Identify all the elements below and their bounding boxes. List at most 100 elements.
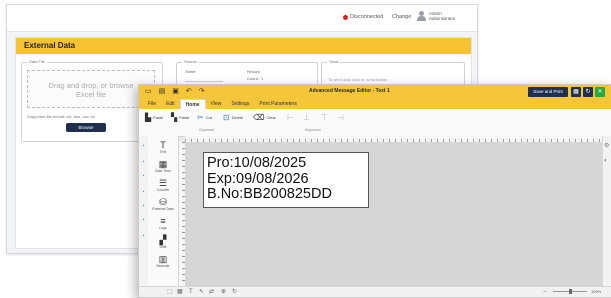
grid-icon[interactable]: ▦ bbox=[571, 87, 581, 97]
strip-marker-icon[interactable]: ▪ bbox=[141, 190, 146, 195]
calendar-icon: ▦ bbox=[158, 159, 168, 169]
tool-logo-label: Logo bbox=[159, 226, 167, 230]
zoom-value: 100% bbox=[591, 289, 602, 294]
user-role: Administrator bbox=[429, 16, 456, 21]
align-top-button[interactable]: ⊤ bbox=[321, 113, 328, 122]
status-dot-icon bbox=[343, 14, 348, 20]
connection-status[interactable]: Disconnected bbox=[343, 14, 383, 20]
file-drop-zone[interactable]: Drag and drop, or browse Excel file bbox=[27, 70, 155, 108]
tool-logo[interactable]: ≡ Logo bbox=[148, 216, 178, 231]
expiry-date-text[interactable]: Exp:09/08/2026 bbox=[207, 171, 368, 188]
tool-barcode[interactable]: ▥ Barcode bbox=[148, 254, 178, 269]
delete-button[interactable]: ⊡ Delete bbox=[223, 113, 243, 122]
data-file-legend: Data File bbox=[27, 59, 48, 64]
align-center-icon: ⊥ bbox=[303, 113, 310, 122]
batch-number-text[interactable]: B.No:BB200825DD bbox=[207, 186, 368, 203]
redo-icon[interactable]: ↷ bbox=[199, 87, 205, 95]
clear-button[interactable]: ⌫ Clear bbox=[253, 113, 276, 122]
copy-label: Paste bbox=[179, 115, 190, 120]
record-label: Record bbox=[247, 69, 260, 74]
menu-settings[interactable]: Settings bbox=[226, 99, 254, 109]
new-file-icon[interactable]: ▭ bbox=[145, 87, 152, 95]
shift-icon: ▞ bbox=[159, 235, 167, 245]
menu-edit[interactable]: Edit bbox=[161, 99, 180, 109]
tool-shift-label: Shift bbox=[159, 245, 167, 249]
info-icon[interactable]: ◐ bbox=[604, 158, 608, 164]
align-right-button[interactable]: ⊣ bbox=[337, 113, 344, 122]
align-left-button[interactable]: ⊢ bbox=[287, 113, 294, 122]
text-size-icon[interactable]: T bbox=[189, 288, 193, 296]
zoom-out-icon[interactable]: − bbox=[543, 288, 547, 296]
paste-button[interactable]: ▙ Paste bbox=[145, 113, 163, 122]
cut-label: Cut bbox=[205, 115, 212, 120]
cursor-icon[interactable]: ↖ bbox=[199, 288, 204, 296]
refresh-icon[interactable]: ↻ bbox=[583, 87, 593, 97]
flip-icon[interactable]: ⇄ bbox=[209, 288, 214, 296]
open-folder-icon[interactable]: ▤ bbox=[159, 87, 166, 95]
barcode-icon: ▥ bbox=[158, 254, 168, 264]
strip-marker-icon[interactable]: ▪ bbox=[141, 218, 146, 223]
grid-view-icon[interactable]: ▦ bbox=[177, 288, 183, 296]
strip-marker-icon[interactable]: ▪ bbox=[141, 204, 146, 209]
align-left-icon: ⊢ bbox=[287, 113, 294, 122]
zoom-slider-knob[interactable] bbox=[568, 289, 572, 294]
message-label[interactable]: Pro:10/08/2025 Exp:09/08/2026 B.No:BB200… bbox=[203, 152, 369, 208]
tool-external-data[interactable]: ⛁ External Data bbox=[148, 197, 178, 212]
menu-print-parameters[interactable]: Print Parameters bbox=[254, 99, 302, 109]
menu-home[interactable]: Home bbox=[179, 99, 206, 109]
strip-marker-icon[interactable]: ▪ bbox=[141, 144, 146, 149]
align-right-icon: ⊣ bbox=[337, 113, 344, 122]
save-icon[interactable]: ▣ bbox=[172, 87, 179, 95]
sheet-label: Sheet bbox=[185, 69, 196, 74]
copy-icon: ▚ bbox=[171, 113, 178, 122]
delete-label: Delete bbox=[231, 115, 244, 120]
menu-view[interactable]: View bbox=[206, 99, 227, 109]
eraser-icon: ⌫ bbox=[253, 113, 265, 122]
lock-icon[interactable]: ⊕ bbox=[221, 288, 226, 296]
tool-date-time-label: Date Time bbox=[155, 169, 171, 173]
settings-gear-icon[interactable]: ⚙ bbox=[604, 142, 609, 149]
rotate-icon[interactable]: ↻ bbox=[232, 288, 237, 296]
clear-label: Clear bbox=[266, 115, 276, 120]
copy-button[interactable]: ▚ Paste bbox=[171, 113, 189, 122]
window-title: Advanced Message Editor - Text 1 bbox=[309, 88, 390, 94]
strip-marker-icon[interactable]: ▪ bbox=[141, 160, 146, 165]
logo-icon: ≡ bbox=[160, 216, 166, 226]
change-link[interactable]: Change bbox=[392, 14, 411, 20]
sheet-select[interactable] bbox=[185, 75, 223, 82]
align-center-button[interactable]: ⊥ bbox=[303, 113, 310, 122]
user-avatar-icon bbox=[417, 11, 426, 21]
paste-icon: ▙ bbox=[145, 113, 152, 122]
quick-access-toolbar: ▭ ▤ ▣ ↶ ↷ bbox=[145, 87, 205, 95]
section-title: External Data bbox=[16, 38, 471, 54]
counter-icon: ☰ bbox=[158, 178, 168, 188]
title-bar: ▭ ▤ ▣ ↶ ↷ Advanced Message Editor - Text… bbox=[139, 85, 611, 99]
user-menu[interactable]: Admin Administrator bbox=[417, 11, 456, 21]
send-textarea[interactable]: To send data click on send button bbox=[328, 77, 387, 82]
tool-shift[interactable]: ▞ Shift bbox=[148, 235, 178, 250]
status-bar: ⬚ ▦ T ↖ ⇄ ⊕ ↻ − 100% bbox=[139, 286, 611, 297]
count-label: Count: bbox=[247, 76, 259, 81]
strip-marker-icon[interactable]: ▪ bbox=[141, 234, 146, 239]
connection-status-label: Disconnected bbox=[350, 14, 384, 20]
save-and-print-button[interactable]: Save and Print bbox=[528, 87, 568, 97]
tool-text[interactable]: T Text bbox=[148, 140, 178, 155]
drop-text-1: Drag and drop, or browse bbox=[48, 81, 134, 90]
menu-file[interactable]: File bbox=[143, 99, 161, 109]
tool-counter[interactable]: ☰ Counter bbox=[148, 178, 178, 193]
tool-date-time[interactable]: ▦ Date Time bbox=[148, 159, 178, 174]
design-canvas[interactable]: Pro:10/08/2025 Exp:09/08/2026 B.No:BB200… bbox=[185, 142, 603, 287]
close-icon[interactable]: ✕ bbox=[595, 87, 605, 97]
count-value[interactable]: 1 bbox=[261, 76, 263, 81]
paste-label: Paste bbox=[153, 115, 164, 120]
right-strip: ⚙ ◐ bbox=[602, 136, 611, 287]
undo-icon[interactable]: ↶ bbox=[186, 87, 192, 95]
strip-marker-icon[interactable]: ▪ bbox=[141, 174, 146, 179]
browse-button[interactable]: Browse bbox=[66, 123, 106, 132]
tool-external-data-label: External Data bbox=[152, 207, 174, 211]
select-tool-icon[interactable]: ⬚ bbox=[167, 288, 173, 296]
cut-button[interactable]: ✂ Cut bbox=[197, 113, 212, 122]
production-date-text[interactable]: Pro:10/08/2025 bbox=[207, 155, 368, 172]
top-bar: Disconnected Change Admin Administrator bbox=[7, 5, 477, 32]
align-top-icon: ⊤ bbox=[321, 113, 328, 122]
